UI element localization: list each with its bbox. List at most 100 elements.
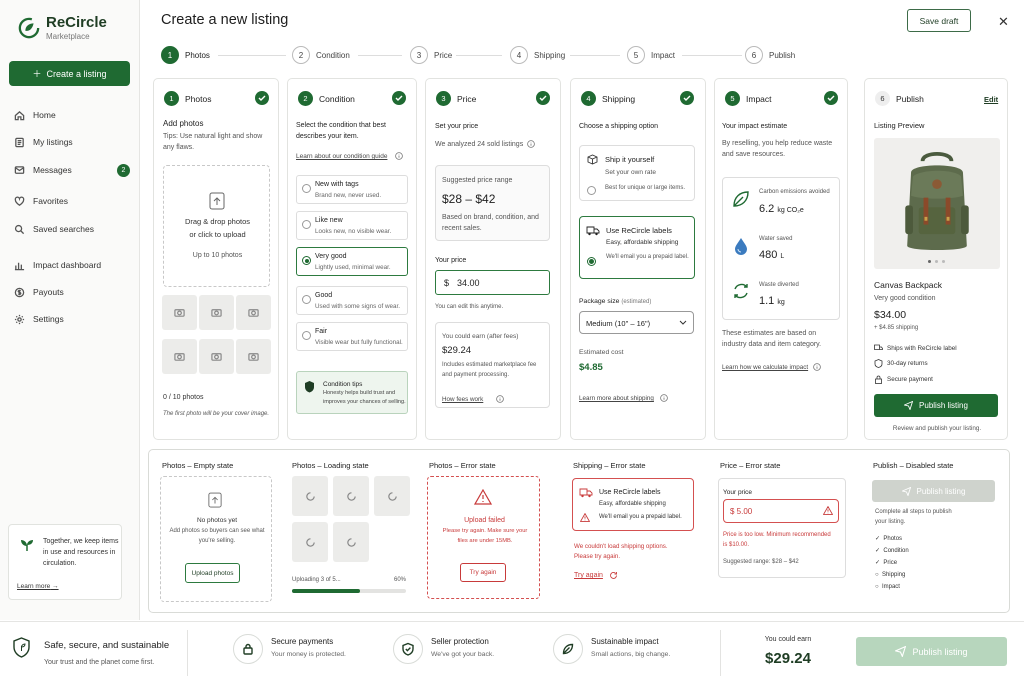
step-price[interactable]: 3 Price [410, 46, 452, 64]
plus-icon: ＋ [32, 69, 42, 79]
shipping-more-link[interactable]: Learn more about shipping [579, 393, 654, 404]
step-photos[interactable]: 1 Photos [161, 46, 210, 64]
camera-icon [174, 353, 185, 361]
edit-link[interactable]: Edit [984, 94, 998, 105]
photo-slot[interactable] [199, 295, 234, 330]
learn-more-link[interactable]: Learn more → [17, 583, 59, 590]
item-price: $34.00 [874, 309, 907, 321]
card-header: 2 Condition [298, 91, 355, 106]
impact-desc: By reselling, you help reduce waste and … [722, 140, 833, 158]
sidebar-item-home[interactable]: Home [14, 107, 134, 123]
state-heading: Price – Error state [720, 461, 781, 470]
price-error-input[interactable]: $ 5.00 [723, 499, 839, 523]
step-shipping[interactable]: 4 Shipping [510, 46, 565, 64]
currency-symbol: $ [444, 277, 450, 288]
perk-text: 30-day returns [887, 360, 928, 367]
warning-icon [474, 489, 492, 505]
earn-note: Includes estimated marketplace fee and p… [442, 362, 537, 378]
check-icon [680, 91, 694, 105]
create-listing-button[interactable]: ＋ Create a listing [9, 61, 130, 86]
radio [587, 186, 596, 195]
cost-value: $4.85 [579, 362, 603, 373]
close-icon[interactable]: ✕ [998, 14, 1009, 30]
publish-listing-button[interactable]: Publish listing [874, 394, 998, 417]
feature-title: Sustainable impact [591, 637, 659, 646]
impact-calc-link[interactable]: Learn how we calculate impact [722, 362, 808, 373]
fees-link[interactable]: How fees work [442, 394, 483, 405]
photo-slot[interactable] [236, 339, 271, 374]
publish-disabled-button: Publish listing [872, 480, 995, 502]
footer-publish-button[interactable]: Publish listing [856, 637, 1007, 666]
check-icon [392, 91, 406, 105]
water-drop-icon [735, 238, 747, 255]
package-size-select[interactable]: Medium (10" – 16") [579, 311, 694, 334]
photo-slot[interactable] [199, 339, 234, 374]
product-image[interactable] [874, 138, 1000, 269]
upload-photos-button[interactable]: Upload photos [185, 563, 240, 583]
step-publish[interactable]: 6 Publish [745, 46, 795, 64]
shipping-retry-link[interactable]: Try again [574, 570, 603, 581]
photo-slot[interactable] [236, 295, 271, 330]
empty-circle-icon: ○ [875, 584, 879, 590]
sidebar-item-saved-searches[interactable]: Saved searches [14, 221, 134, 237]
condition-guide-link[interactable]: Learn about our condition guide [296, 151, 387, 162]
drop-text: Drag & drop photos [184, 217, 251, 226]
shield-icon [305, 381, 314, 393]
impact-card: 5 Impact Your impact estimate By resellin… [714, 78, 848, 440]
sidebar-item-my-listings[interactable]: My listings [14, 134, 134, 150]
recycle-icon [734, 283, 748, 299]
listing-preview-title: Listing Preview [874, 121, 925, 130]
option-desc: Easy, affordable shipping [606, 239, 679, 246]
loading-slot [333, 522, 369, 562]
photo-slot[interactable] [162, 339, 197, 374]
carousel-dots[interactable] [928, 260, 945, 263]
sidebar-item-favorites[interactable]: Favorites [14, 193, 134, 209]
backpack-image [905, 151, 969, 251]
sidebar-item-settings[interactable]: Settings [14, 311, 134, 327]
gear-icon [14, 314, 25, 324]
option-name: Very good [315, 253, 347, 260]
shipping-error-msg: We couldn't load shipping options. [574, 543, 668, 550]
sidebar-item-label: My listings [33, 137, 73, 147]
photos-tip: Tips: Use natural light and show any fla… [163, 133, 263, 151]
brand-logo[interactable]: ReCircle Marketplace [18, 14, 107, 41]
step-condition[interactable]: 2 Condition [292, 46, 350, 64]
upload-failed-title: Upload failed [464, 517, 505, 524]
step-number: 1 [161, 46, 179, 64]
check-mark-icon: ✓ [875, 548, 881, 554]
radio-selected [587, 257, 596, 266]
step-number: 4 [510, 46, 528, 64]
save-draft-button[interactable]: Save draft [907, 9, 971, 32]
shipping-prompt: Choose a shipping option [579, 123, 659, 130]
price-input[interactable]: $34.00 [435, 270, 550, 295]
step-number: 2 [298, 91, 313, 106]
photo-slot[interactable] [162, 295, 197, 330]
try-again-button[interactable]: Try again [460, 563, 506, 582]
checklist-item: ○ Impact [875, 582, 900, 593]
your-price-label: Your price [723, 489, 753, 496]
cover-note: The first photo will be your cover image… [163, 411, 270, 417]
home-icon [14, 110, 25, 120]
shipping-error-box: Use ReCircle labels Easy, affordable shi… [572, 478, 694, 531]
option-name: Ship it yourself [605, 155, 655, 164]
option-desc: Brand new, never used. [315, 192, 382, 199]
loading-slot [292, 476, 328, 516]
package-size-label: Package size (estimated) [579, 296, 651, 308]
condition-option[interactable]: Fair Visible wear but fully functional. [296, 322, 408, 351]
recircle-labels-option[interactable]: Use ReCircle labels Easy, affordable shi… [579, 216, 695, 279]
photo-dropzone[interactable]: Drag & drop photos or click to upload Up… [163, 165, 270, 287]
sidebar-item-messages[interactable]: Messages 2 [14, 162, 134, 178]
feature-sub: We've got your back. [431, 651, 495, 658]
ship-yourself-option[interactable]: Ship it yourself Set your own rate Best … [579, 145, 695, 201]
condition-option[interactable]: Good Used with some signs of wear. [296, 286, 408, 315]
empty-state-dropzone[interactable]: No photos yet Add photos so buyers can s… [160, 476, 272, 602]
condition-option-selected[interactable]: Very good Lightly used, minimal wear. [296, 247, 408, 276]
sidebar-item-impact-dashboard[interactable]: Impact dashboard [14, 257, 134, 273]
condition-option[interactable]: New with tags Brand new, never used. [296, 175, 408, 204]
step-impact[interactable]: 5 Impact [627, 46, 675, 64]
sidebar-item-payouts[interactable]: Payouts [14, 284, 134, 300]
check-mark-icon: ✓ [875, 536, 881, 542]
leaf-icon [733, 191, 749, 207]
leaf-logo-icon [18, 17, 40, 38]
condition-option[interactable]: Like new Looks new, no visible wear. [296, 211, 408, 240]
